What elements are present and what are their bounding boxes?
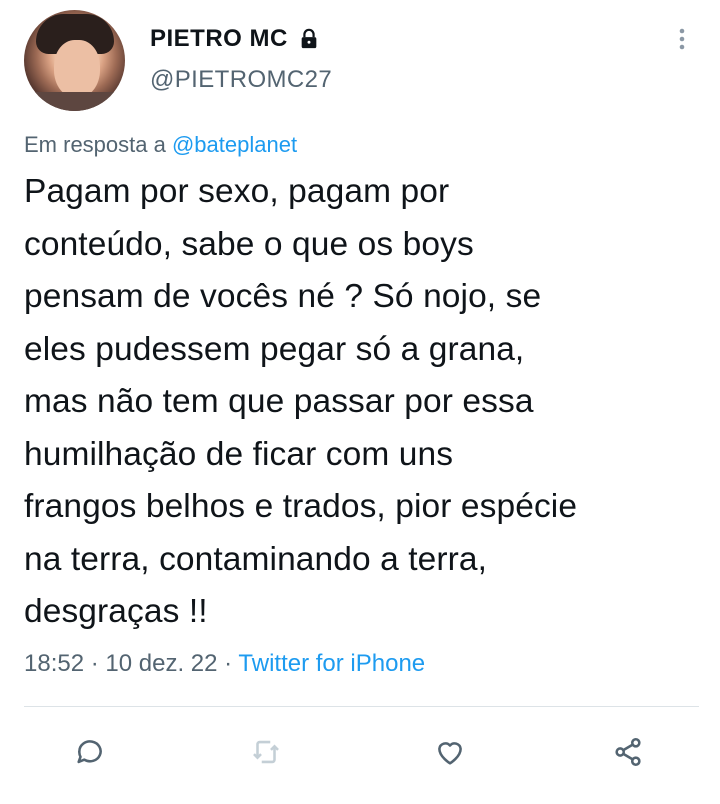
reply-button[interactable] (70, 732, 110, 772)
avatar-face (54, 40, 100, 98)
tweet-time[interactable]: 18:52 (24, 650, 84, 677)
tweet-text-line: conteúdo, sabe o que os boys (24, 225, 474, 263)
divider (24, 706, 699, 707)
heart-icon (438, 742, 462, 765)
tweet-text-line: na terra, contaminando a terra, (24, 540, 488, 578)
name-row[interactable]: PIETRO MC (150, 24, 320, 54)
reply-context: Em resposta a @bateplanet (24, 132, 297, 158)
meta-separator: · (90, 650, 99, 677)
display-name[interactable]: PIETRO MC (150, 25, 288, 53)
more-vertical-icon[interactable] (672, 24, 692, 54)
reply-mention-link[interactable]: @bateplanet (172, 132, 297, 157)
share-button[interactable] (608, 732, 648, 772)
tweet-text-line: humilhação de ficar com uns (24, 435, 454, 473)
avatar[interactable] (24, 10, 125, 111)
user-handle[interactable]: @PIETROMC27 (150, 66, 332, 94)
tweet-text-line: mas não tem que passar por essa (24, 383, 534, 420)
tweet-header: PIETRO MC @PIETROMC27 (0, 0, 720, 120)
tweet-text-line: frangos belhos e trados, pior espécie (24, 488, 578, 525)
reply-icon (77, 740, 102, 764)
action-bar (0, 724, 720, 784)
avatar-shirt (24, 92, 125, 111)
share-icon (615, 737, 641, 767)
tweet-source-link[interactable]: Twitter for iPhone (238, 650, 425, 677)
retweet-icon (253, 740, 279, 764)
like-button[interactable] (430, 732, 470, 772)
tweet-date[interactable]: 10 dez. 22 (105, 650, 217, 677)
reply-prefix: Em resposta a (24, 132, 166, 157)
tweet-text-line: pensam de vocês né ? Só nojo, se (24, 278, 542, 315)
retweet-button[interactable] (246, 732, 286, 772)
lock-icon (298, 28, 320, 50)
tweet-text: Pagam por sexo, pagam por conteúdo, sabe… (24, 166, 704, 639)
tweet-text-line: Pagam por sexo, pagam por (24, 173, 450, 210)
meta-separator: · (224, 650, 233, 677)
tweet-text-line: eles pudessem pegar só a grana, (24, 330, 525, 368)
tweet-meta: 18:52 · 10 dez. 22 · Twitter for iPhone (24, 650, 425, 678)
tweet-text-line: desgraças !! (24, 593, 208, 630)
